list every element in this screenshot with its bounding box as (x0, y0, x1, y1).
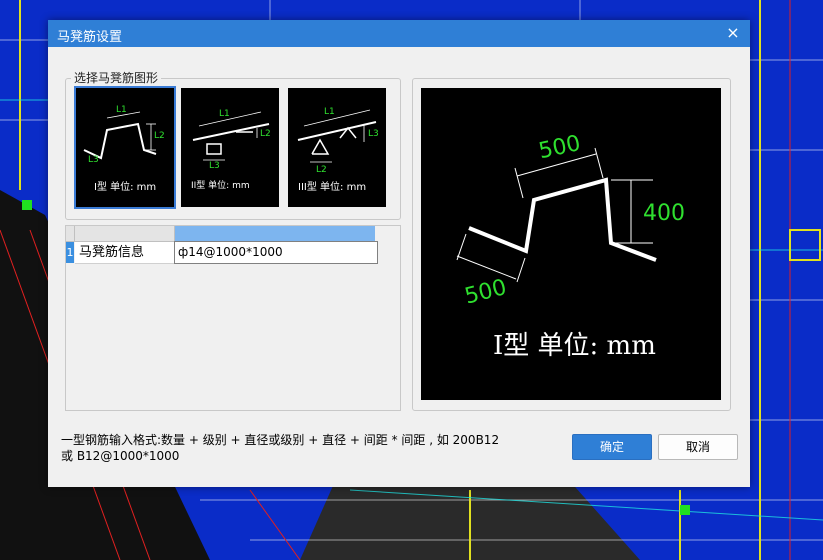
dialog-title: 马凳筋设置 (57, 30, 123, 45)
shape-option-type-2[interactable]: L1 L2 L3 II型 单位: mm (181, 88, 279, 207)
shape-2-label-l3: L3 (209, 161, 220, 171)
grid-row-label: 马凳筋信息 (75, 242, 175, 264)
grid-column-header-name (75, 226, 175, 242)
shape-1-label-l3: L3 (88, 155, 99, 165)
shape-3-caption: III型 单位: mm (298, 180, 366, 193)
rebar-info-input[interactable]: ф14@1000*1000 (174, 241, 378, 264)
shape-group-title: 选择马凳筋图形 (71, 69, 162, 86)
shape-option-type-1[interactable]: L1 L2 L3 I型 单位: mm (74, 86, 176, 209)
shape-2-label-l1: L1 (219, 109, 230, 119)
preview-caption: I型 单位: mm (493, 331, 656, 361)
close-icon[interactable]: × (722, 22, 744, 44)
grid-corner-header (66, 226, 75, 242)
shape-1-label-l2: L2 (154, 131, 165, 141)
format-hint: 一型钢筋输入格式:数量 + 级别 + 直径或级别 + 直径 + 间距 * 间距 … (61, 432, 561, 464)
ok-button[interactable]: 确定 (572, 434, 652, 460)
format-hint-line-2: 或 B12@1000*1000 (61, 449, 180, 463)
rebar-chair-settings-dialog: 马凳筋设置 × 选择马凳筋图形 L1 L2 L3 I型 单位: mm L1 L2 (48, 20, 750, 487)
shape-preview-canvas: 500 400 500 I型 单位: mm (421, 88, 721, 400)
shape-1-caption: I型 单位: mm (94, 180, 156, 193)
property-grid: 1 马凳筋信息 ф14@1000*1000 (65, 225, 401, 411)
shape-2-caption: II型 单位: mm (191, 179, 250, 191)
preview-dim-right: 400 (643, 201, 685, 226)
shape-1-label-l1: L1 (116, 105, 127, 115)
dialog-titlebar: 马凳筋设置 × (48, 20, 750, 47)
preview-dim-left: 500 (462, 275, 509, 309)
grid-row-number: 1 (66, 242, 74, 263)
format-hint-line-1: 一型钢筋输入格式:数量 + 级别 + 直径或级别 + 直径 + 间距 * 间距 … (61, 433, 500, 447)
cancel-button[interactable]: 取消 (658, 434, 738, 460)
shape-3-label-l1: L1 (324, 107, 335, 117)
shape-3-label-l3: L3 (368, 129, 379, 139)
shape-option-type-3[interactable]: L1 L3 L2 III型 单位: mm (288, 88, 386, 207)
shape-2-label-l2: L2 (260, 129, 271, 139)
grid-column-header-value (175, 226, 375, 241)
shape-3-label-l2: L2 (316, 165, 327, 175)
